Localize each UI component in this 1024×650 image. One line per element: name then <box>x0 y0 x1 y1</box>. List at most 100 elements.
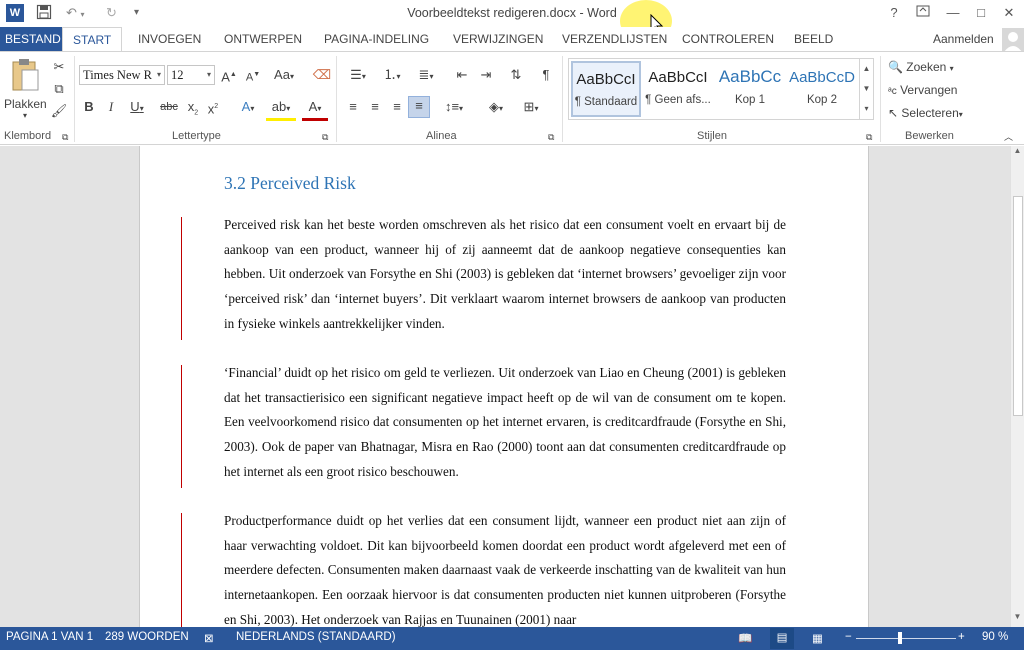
word-count[interactable]: 289 WOORDEN <box>105 631 189 643</box>
tab-design[interactable]: ONTWERPEN <box>214 27 312 51</box>
paragraph-launcher-icon[interactable]: ⧉ <box>548 128 554 146</box>
italic-icon[interactable]: I <box>104 98 118 116</box>
minimize-button[interactable]: — <box>940 3 966 23</box>
styles-gallery: AaBbCcI ¶ Standaard AaBbCcI ¶ Geen afs..… <box>568 58 874 120</box>
shrink-font-icon[interactable]: A▼ <box>244 66 262 87</box>
sort-icon[interactable]: ⇅ <box>506 66 526 84</box>
increase-indent-icon[interactable]: ⇥ <box>476 66 496 84</box>
decrease-indent-icon[interactable]: ⇤ <box>452 66 472 84</box>
zoom-slider-thumb[interactable] <box>898 632 902 644</box>
copy-icon[interactable]: ⧉ <box>50 80 68 98</box>
sign-in-link[interactable]: Aanmelden <box>933 32 994 46</box>
proofing-icon[interactable]: ⊠ <box>204 631 214 645</box>
find-button[interactable]: 🔍 Zoeken ▾ <box>888 60 954 74</box>
document-page[interactable]: 3.2 Perceived Risk Perceived risk kan he… <box>139 146 869 627</box>
vertical-scrollbar[interactable]: ▲ ▼ <box>1010 146 1024 627</box>
style-kop-1[interactable]: AaBbCc Kop 1 <box>715 61 785 117</box>
clear-formatting-icon[interactable]: ⌫ <box>312 66 332 84</box>
superscript-icon[interactable]: x2 <box>204 98 222 118</box>
underline-icon[interactable]: U▾ <box>126 98 148 118</box>
clipboard-launcher-icon[interactable]: ⧉ <box>62 128 68 146</box>
select-label: Selecteren <box>901 106 959 120</box>
title-bar: W ↶ ▾ ↻ ▾ Voorbeeldtekst redigeren.docx … <box>0 0 1024 42</box>
zoom-slider[interactable] <box>856 638 956 639</box>
justify-icon[interactable]: ≡ <box>408 96 430 118</box>
style-geen-afstand-name: ¶ Geen afs... <box>645 94 711 106</box>
strikethrough-icon[interactable]: abc <box>158 98 180 116</box>
maximize-button[interactable]: □ <box>968 3 994 23</box>
paragraph-2[interactable]: ‘Financial’ duidt op het risico om geld … <box>224 361 786 485</box>
tab-references[interactable]: VERWIJZINGEN <box>443 27 553 51</box>
shading-icon[interactable]: ◈▾ <box>482 98 510 118</box>
page-count[interactable]: PAGINA 1 VAN 1 <box>6 631 93 643</box>
scroll-thumb[interactable] <box>1013 196 1023 416</box>
read-mode-icon[interactable]: 📖 <box>738 631 752 645</box>
tab-insert[interactable]: INVOEGEN <box>128 27 211 51</box>
language-indicator[interactable]: NEDERLANDS (STANDAARD) <box>236 631 396 643</box>
bullets-icon[interactable]: ☰▾ <box>344 66 372 86</box>
document-heading[interactable]: 3.2 Perceived Risk <box>224 173 356 194</box>
collapse-ribbon-icon[interactable]: ︿ <box>1004 128 1013 146</box>
styles-launcher-icon[interactable]: ⧉ <box>866 128 872 146</box>
multilevel-list-icon[interactable]: ≣▾ <box>412 66 440 86</box>
ribbon: Plakken ▾ ✂ ⧉ 🖌 Klembord ⧉ Times New R ▾ … <box>0 51 1024 145</box>
tab-layout[interactable]: PAGINA-INDELING <box>314 27 439 51</box>
scroll-up-icon[interactable]: ▲ <box>1011 146 1024 160</box>
style-kop-2[interactable]: AaBbCcD Kop 2 <box>787 61 857 117</box>
text-effects-icon[interactable]: A▾ <box>236 98 260 118</box>
zoom-in-icon[interactable]: + <box>958 631 965 643</box>
style-geen-afstand[interactable]: AaBbCcI ¶ Geen afs... <box>643 61 713 117</box>
font-name-select[interactable]: Times New R ▾ <box>79 65 165 85</box>
tab-view[interactable]: BEELD <box>784 27 843 51</box>
ribbon-display-options-icon[interactable] <box>910 3 936 23</box>
tab-home[interactable]: START <box>62 27 123 52</box>
zoom-out-icon[interactable]: − <box>845 631 852 643</box>
bold-icon[interactable]: B <box>82 98 96 116</box>
cut-icon[interactable]: ✂ <box>50 58 68 76</box>
styles-scroll[interactable]: ▲ ▼ ▾ <box>859 59 873 119</box>
scroll-down-icon[interactable]: ▼ <box>1011 612 1024 626</box>
font-launcher-icon[interactable]: ⧉ <box>322 128 328 146</box>
paste-button[interactable]: Plakken ▾ <box>4 58 47 126</box>
tab-mailings[interactable]: VERZENDLIJSTEN <box>552 27 677 51</box>
style-geen-afstand-sample: AaBbCcI <box>648 69 708 86</box>
numbering-icon[interactable]: ⒈▾ <box>378 66 406 86</box>
font-name-value: Times New R <box>83 68 152 82</box>
grow-font-icon[interactable]: A▲ <box>220 66 238 86</box>
avatar[interactable] <box>1002 28 1024 52</box>
ribbon-tabs: BESTAND START INVOEGEN ONTWERPEN PAGINA-… <box>0 27 1024 52</box>
web-layout-icon[interactable]: ▦ <box>812 631 823 645</box>
align-right-icon[interactable]: ≡ <box>388 98 406 116</box>
find-label: Zoeken <box>906 60 947 74</box>
close-button[interactable]: ✕ <box>996 3 1022 23</box>
tab-review[interactable]: CONTROLEREN <box>672 27 784 51</box>
paragraph-group-label: Alinea <box>426 130 457 142</box>
align-left-icon[interactable]: ≡ <box>344 98 362 116</box>
show-formatting-icon[interactable]: ¶ <box>536 66 556 84</box>
change-case-icon[interactable]: Aa▾ <box>270 66 298 86</box>
borders-icon[interactable]: ⊞▾ <box>516 98 546 118</box>
editing-group-label: Bewerken <box>905 130 954 142</box>
highlight-color-icon[interactable]: ab▾ <box>266 98 296 121</box>
align-center-icon[interactable]: ≡ <box>366 98 384 116</box>
print-layout-icon[interactable]: ▤ <box>770 628 794 649</box>
font-size-select[interactable]: 12 ▾ <box>167 65 215 85</box>
replace-label: Vervangen <box>900 83 958 97</box>
style-standaard[interactable]: AaBbCcI ¶ Standaard <box>571 61 641 117</box>
zoom-level[interactable]: 90 % <box>982 631 1008 643</box>
font-color-icon[interactable]: A▾ <box>302 98 328 121</box>
font-group-label: Lettertype <box>172 130 221 142</box>
select-button[interactable]: ↖ Selecteren▾ <box>888 106 963 120</box>
line-spacing-icon[interactable]: ↕≡▾ <box>440 98 468 118</box>
subscript-icon[interactable]: x2 <box>184 98 202 123</box>
paragraph-1[interactable]: Perceived risk kan het beste worden omsc… <box>224 213 786 337</box>
paragraph-3[interactable]: Productperformance duidt op het verlies … <box>224 509 786 627</box>
change-bar <box>181 513 182 627</box>
status-bar: PAGINA 1 VAN 1 289 WOORDEN ⊠ NEDERLANDS … <box>0 627 1024 650</box>
format-painter-icon[interactable]: 🖌 <box>50 102 68 120</box>
change-bar <box>181 217 182 340</box>
replace-button[interactable]: ᵃc Vervangen <box>888 83 957 97</box>
style-kop-1-name: Kop 1 <box>734 94 766 106</box>
help-button[interactable]: ? <box>881 3 907 23</box>
tab-file[interactable]: BESTAND <box>0 27 66 51</box>
